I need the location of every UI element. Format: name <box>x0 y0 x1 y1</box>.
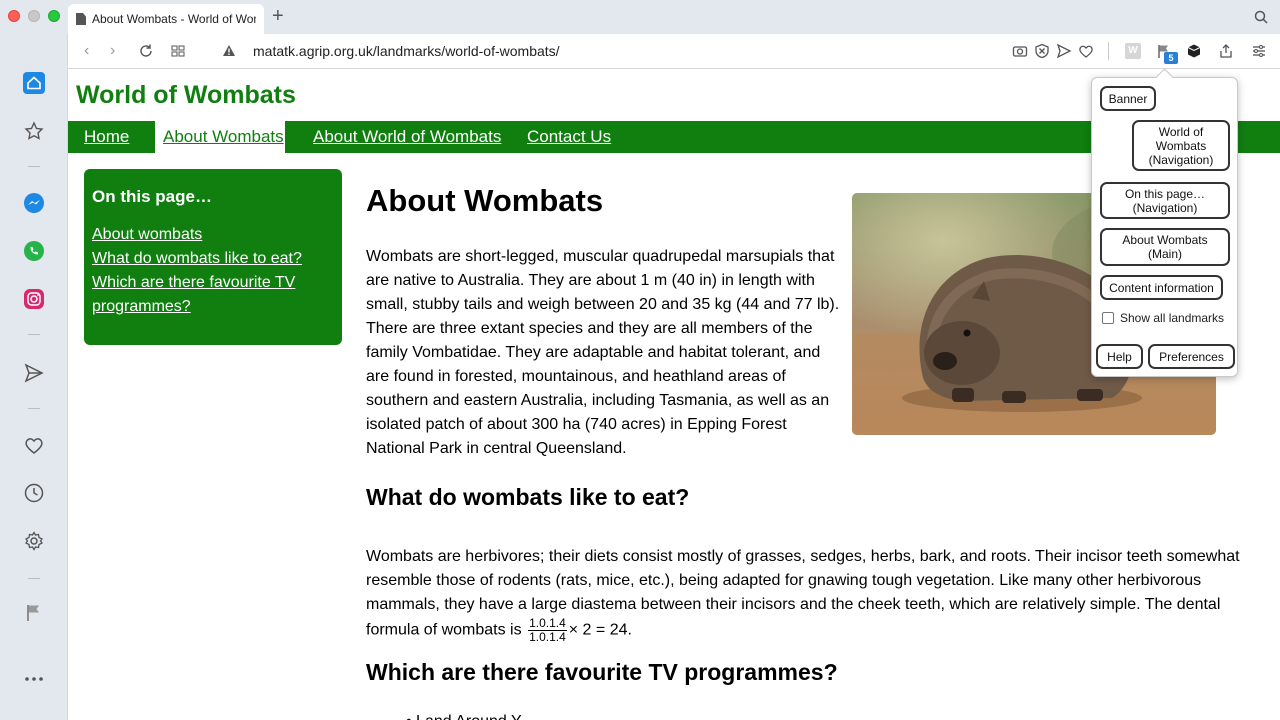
whatsapp-icon[interactable] <box>23 240 45 262</box>
w-extension-icon[interactable]: W <box>1125 43 1141 59</box>
address-toolbar: ‹ › matatk.agrip.org.uk/landmarks/world-… <box>68 34 1280 69</box>
search-icon[interactable] <box>1254 10 1268 24</box>
help-button[interactable]: Help <box>1096 344 1143 369</box>
nav-link-label: About Wombats <box>163 127 284 146</box>
instagram-icon[interactable] <box>23 288 45 310</box>
tab-title: About Wombats - World of Wombats <box>92 12 256 26</box>
sidebar-separator <box>28 408 40 409</box>
nav-link-home[interactable]: Home <box>84 127 129 147</box>
browser-tab[interactable]: About Wombats - World of Wombats <box>68 4 264 34</box>
nav-link-contact-us[interactable]: Contact Us <box>527 127 611 147</box>
send-icon[interactable] <box>1056 43 1072 59</box>
landmark-main-button[interactable]: About Wombats (Main) <box>1100 228 1230 266</box>
landmark-nav-world-button[interactable]: World of Wombats (Navigation) <box>1132 120 1230 171</box>
sidebar-separator <box>28 166 40 167</box>
minimize-window-button[interactable] <box>28 10 40 22</box>
show-all-checkbox[interactable] <box>1102 312 1114 324</box>
site-title: World of Wombats <box>76 81 296 109</box>
heart-icon[interactable] <box>1078 43 1094 59</box>
sidebar-separator <box>28 578 40 579</box>
home-icon[interactable] <box>23 72 45 94</box>
settings-gear-icon[interactable] <box>23 530 45 552</box>
formula-numerator: 1.0.1.4 <box>528 616 567 631</box>
on-this-page-heading: On this page… <box>92 187 212 206</box>
block-icon[interactable] <box>1034 43 1050 59</box>
show-all-label: Show all landmarks <box>1120 311 1225 325</box>
messenger-icon[interactable] <box>23 192 45 214</box>
landmark-nav-onpage-button[interactable]: On this page… (Navigation) <box>1100 182 1230 219</box>
formula-denominator: 1.0.1.4 <box>529 630 566 644</box>
new-tab-button[interactable]: + <box>272 6 284 26</box>
landmarks-popup: Banner World of Wombats (Navigation) On … <box>1091 77 1238 377</box>
camera-icon[interactable] <box>1012 43 1028 59</box>
tv-list-item: • Land Around Y... <box>406 713 533 720</box>
close-window-button[interactable] <box>8 10 20 22</box>
tiles-icon[interactable] <box>170 43 186 59</box>
heading-tv: Which are there favourite TV programmes? <box>366 659 838 685</box>
share-icon[interactable] <box>1218 43 1234 59</box>
intro-paragraph: Wombats are short-legged, muscular quadr… <box>366 248 840 457</box>
preferences-button[interactable]: Preferences <box>1148 344 1235 369</box>
reload-icon[interactable] <box>138 43 154 59</box>
back-button[interactable]: ‹ <box>84 42 89 60</box>
flag-icon[interactable] <box>23 602 45 624</box>
menu-sliders-icon[interactable] <box>1251 43 1267 59</box>
onpage-link-tv[interactable]: Which are there favourite TV programmes? <box>92 271 334 319</box>
document-icon <box>76 13 86 25</box>
heart-icon[interactable] <box>23 434 45 456</box>
onpage-link-about[interactable]: About wombats <box>92 223 334 247</box>
onpage-link-eat[interactable]: What do wombats like to eat? <box>92 247 334 271</box>
nav-link-about-wombats[interactable]: About Wombats <box>155 121 285 153</box>
show-all-landmarks-toggle[interactable]: Show all landmarks <box>1102 311 1224 325</box>
diet-paragraph: Wombats are herbivores; their diets cons… <box>366 545 1246 644</box>
bookmarks-icon[interactable] <box>23 120 45 142</box>
formula-result: × 2 = 24. <box>568 621 632 639</box>
tab-bar: About Wombats - World of Wombats + <box>0 0 1280 34</box>
box-extension-icon[interactable] <box>1186 43 1202 59</box>
toolbar-divider <box>1108 42 1109 60</box>
send-icon[interactable] <box>23 362 45 384</box>
url-field[interactable]: matatk.agrip.org.uk/landmarks/world-of-w… <box>253 43 560 59</box>
on-this-page-nav: On this page… About wombats What do womb… <box>84 169 342 345</box>
forward-button[interactable]: › <box>110 42 115 60</box>
sidebar-separator <box>28 334 40 335</box>
page-title: About Wombats <box>366 183 604 218</box>
diet-text: Wombats are herbivores; their diets cons… <box>366 548 1240 639</box>
landmark-contentinfo-button[interactable]: Content information <box>1100 275 1223 300</box>
nav-link-about-world-of-wombats[interactable]: About World of Wombats <box>313 127 501 147</box>
heading-eat: What do wombats like to eat? <box>366 484 690 510</box>
warning-icon[interactable] <box>222 44 236 57</box>
landmark-count-badge: 5 <box>1164 52 1178 64</box>
dental-formula-fraction: 1.0.1.4 1.0.1.4 <box>528 617 567 644</box>
browser-sidebar <box>0 34 68 720</box>
maximize-window-button[interactable] <box>48 10 60 22</box>
more-options-icon[interactable] <box>23 668 45 690</box>
landmark-banner-button[interactable]: Banner <box>1100 86 1156 111</box>
history-clock-icon[interactable] <box>23 482 45 504</box>
